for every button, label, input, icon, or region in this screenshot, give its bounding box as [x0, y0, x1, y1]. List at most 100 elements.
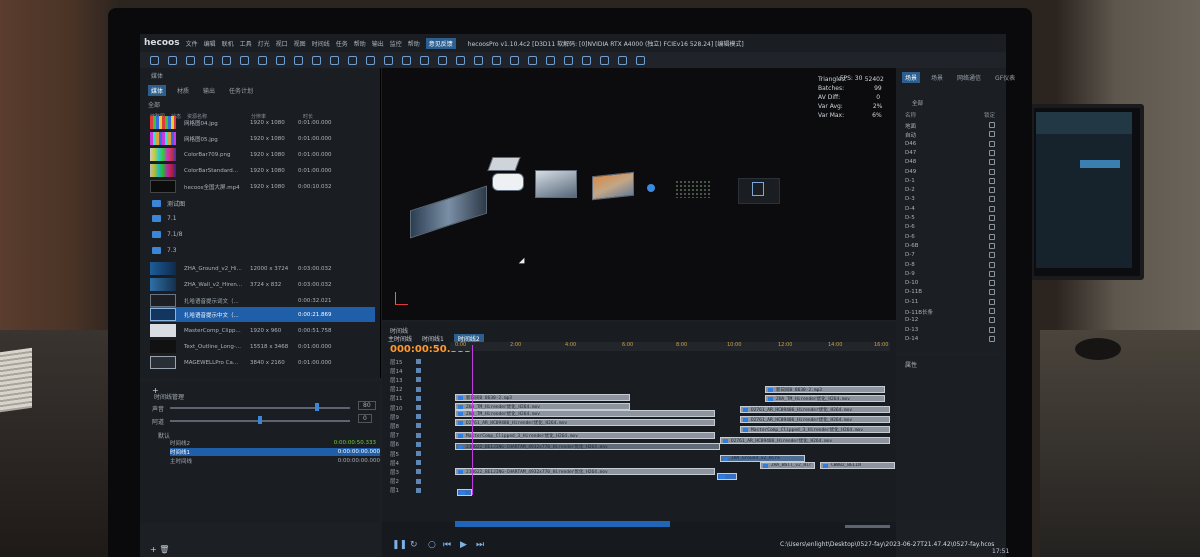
track-header[interactable]: 层11 [390, 395, 450, 402]
menu-icon[interactable] [636, 55, 645, 65]
clip[interactable]: D2761_AR_HC09406_Hirender优化_H264.mov [455, 419, 715, 426]
clip[interactable]: 210622_BEIJING-CHARTAM_4932x770_Hirender… [455, 443, 720, 450]
menu-tools[interactable]: 工具 [240, 39, 252, 48]
scene-item[interactable]: D-7 [905, 252, 995, 259]
menu-online[interactable]: 联机 [222, 39, 234, 48]
render-icon[interactable] [492, 55, 501, 65]
lock-icon[interactable] [989, 308, 995, 314]
pause-icon[interactable]: ❚❚ [392, 540, 407, 550]
tab-gauge[interactable]: GF仪表 [992, 72, 1018, 83]
save-icon[interactable] [186, 55, 195, 65]
loop-icon[interactable]: ↻ [410, 540, 418, 550]
play-icon[interactable] [582, 55, 591, 65]
menu-help-2[interactable]: 帮助 [408, 39, 420, 48]
track-header[interactable]: 层12 [390, 386, 450, 393]
timeline-scrollbar[interactable] [455, 521, 670, 527]
clip-marker[interactable] [717, 473, 737, 480]
track-header[interactable]: 层15 [390, 358, 450, 366]
snap-icon[interactable] [330, 55, 339, 65]
media-item[interactable]: 网格图04.jpg 1920 x 1080 0:01:00.000 [150, 115, 375, 130]
timeline-group[interactable]: 默认 [158, 431, 170, 440]
lock-icon[interactable] [989, 122, 995, 128]
cut-icon[interactable] [474, 55, 483, 65]
clip[interactable]: ZHA_Wall_v2_Hir [760, 462, 815, 469]
clip[interactable]: D2761_AR_HC09406_Hirender优化_H264.mov [720, 437, 890, 444]
lock-icon[interactable] [989, 187, 995, 194]
speaker-icon[interactable] [416, 469, 421, 475]
clip[interactable]: CW002_BELIN [820, 462, 895, 469]
clip[interactable]: ZHA_Ground_v2_Hire [720, 455, 805, 462]
lock-icon[interactable] [989, 168, 995, 175]
lock-icon[interactable] [989, 233, 995, 240]
speaker-icon[interactable] [416, 441, 421, 447]
lock-icon[interactable] [989, 326, 995, 333]
lock-icon[interactable] [989, 159, 995, 166]
globe-icon[interactable] [438, 55, 447, 65]
media-item[interactable]: ZHA_Wall_v2_Hiren... 3724 x 832 0:03:00.… [150, 277, 375, 292]
lock-icon[interactable] [989, 335, 995, 342]
speaker-icon[interactable] [416, 432, 421, 438]
clip[interactable]: 新日间0 0630-2.mp3 [765, 386, 885, 393]
step-back-icon[interactable]: ⏮ [443, 540, 451, 550]
lock-icon[interactable] [989, 177, 995, 184]
step-forward-icon[interactable]: ⏭ [476, 540, 484, 550]
menu-timeline[interactable]: 时间线 [312, 39, 330, 48]
speaker-icon[interactable] [416, 405, 421, 410]
lock-icon[interactable] [989, 242, 995, 249]
media-item[interactable]: ZHA_Ground_v2_Hi... 12000 x 3724 0:03:00… [150, 261, 375, 276]
menu-lights[interactable]: 灯光 [258, 39, 270, 48]
menu-viewport[interactable]: 视口 [276, 39, 288, 48]
record-icon[interactable] [600, 55, 609, 65]
media-item[interactable]: ColorBar709.png 1920 x 1080 0:01:00.000 [150, 147, 375, 162]
lock-icon[interactable] [989, 224, 995, 231]
volume-slider[interactable] [170, 407, 350, 409]
undo-icon[interactable] [222, 55, 231, 65]
media-filter[interactable]: 全部 [140, 98, 380, 111]
speaker-icon[interactable] [416, 395, 421, 401]
scene-item[interactable]: D-11B [905, 289, 995, 296]
tab-material[interactable]: 材质 [174, 85, 192, 96]
speaker-icon[interactable] [416, 414, 421, 420]
monitor-icon[interactable] [564, 55, 573, 65]
tab-main-timeline[interactable]: 主时间线 [388, 334, 412, 343]
scene-particles[interactable] [675, 180, 711, 198]
speaker-icon[interactable] [416, 359, 421, 364]
scene-item[interactable]: D-6B [905, 242, 995, 249]
link-icon[interactable] [456, 55, 465, 65]
open-icon[interactable] [168, 55, 177, 65]
clip-marker[interactable] [457, 489, 472, 496]
folder-item[interactable]: 7.3 [152, 247, 177, 254]
scene-item[interactable]: D-10 [905, 280, 995, 287]
lock-icon[interactable] [989, 215, 995, 221]
track-header[interactable]: 层2 [390, 478, 450, 485]
clip[interactable]: ZHA_TM_Hirender优化_H264.mov [455, 410, 715, 417]
track-header[interactable]: 层8 [390, 422, 450, 430]
lock-icon[interactable] [989, 252, 995, 259]
menu-view[interactable]: 视图 [294, 39, 306, 48]
scene-item[interactable]: D-1 [905, 177, 995, 184]
scene-item[interactable]: D-4 [905, 205, 995, 212]
menu-monitor[interactable]: 监控 [390, 39, 402, 48]
media-item[interactable]: ColorBarStandard... 1920 x 1080 0:01:00.… [150, 163, 375, 178]
speaker-icon[interactable] [416, 487, 421, 493]
scene-item[interactable]: D46 [905, 140, 995, 147]
scene-item[interactable]: D-11B长条 [905, 308, 995, 316]
light-icon[interactable] [366, 55, 375, 65]
clip[interactable]: D2761_AR_HC09406_Hirender优化_H264.mov [740, 416, 890, 423]
scene-item[interactable]: D-6 [905, 233, 995, 240]
track-header[interactable]: 层6 [390, 441, 450, 448]
menu-output[interactable]: 输出 [372, 39, 384, 48]
lock-icon[interactable] [989, 317, 995, 324]
layout-icon[interactable] [402, 55, 411, 65]
playhead[interactable] [472, 345, 473, 495]
scene-item[interactable]: D-13 [905, 326, 995, 333]
alpha-value[interactable]: 0 [358, 414, 372, 423]
volume-value[interactable]: 80 [358, 401, 376, 410]
clip[interactable]: ZHA_TM_Hirender优化_H264.mov [765, 395, 885, 402]
lock-icon[interactable] [989, 298, 995, 305]
menu-tasks[interactable]: 任务 [336, 39, 348, 48]
tab-scene-2[interactable]: 场景 [928, 72, 946, 83]
lock-icon[interactable] [989, 261, 995, 268]
scene-item[interactable]: D-14 [905, 335, 995, 342]
menu-file[interactable]: 文件 [186, 39, 198, 48]
